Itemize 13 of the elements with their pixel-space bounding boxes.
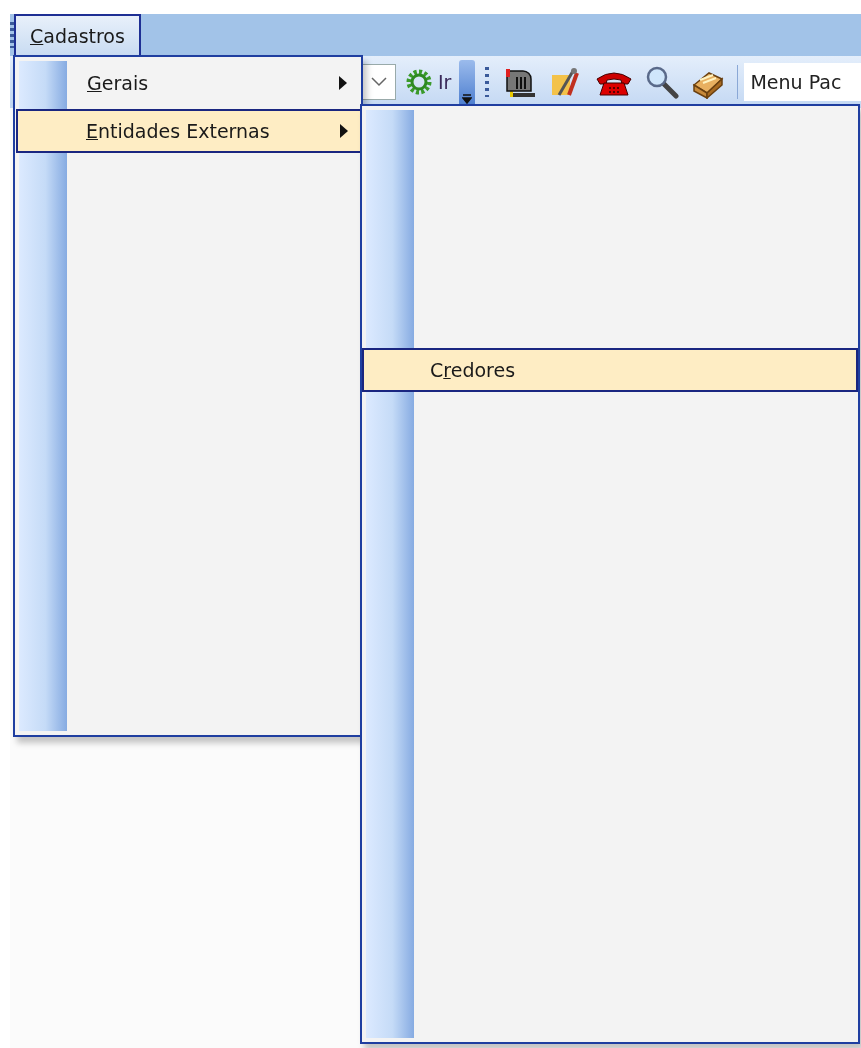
grip-icon[interactable]	[10, 22, 14, 48]
menu-search-field[interactable]: Menu Pac	[744, 63, 861, 101]
gear-icon	[406, 69, 432, 95]
menu-bar-item[interactable]: Cadastros	[14, 14, 141, 56]
dropdown-field[interactable]	[362, 64, 396, 100]
chevron-down-icon	[371, 77, 387, 87]
toolbar-overflow-button[interactable]	[459, 60, 476, 104]
overflow-icon	[462, 94, 473, 104]
menu-item[interactable]: Gerais	[17, 61, 361, 105]
search-icon	[645, 65, 680, 99]
go-button[interactable]: Ir	[404, 67, 454, 97]
menu-item[interactable]: Entidades Externas	[16, 109, 362, 153]
menu-item[interactable]: Credores	[362, 348, 858, 392]
